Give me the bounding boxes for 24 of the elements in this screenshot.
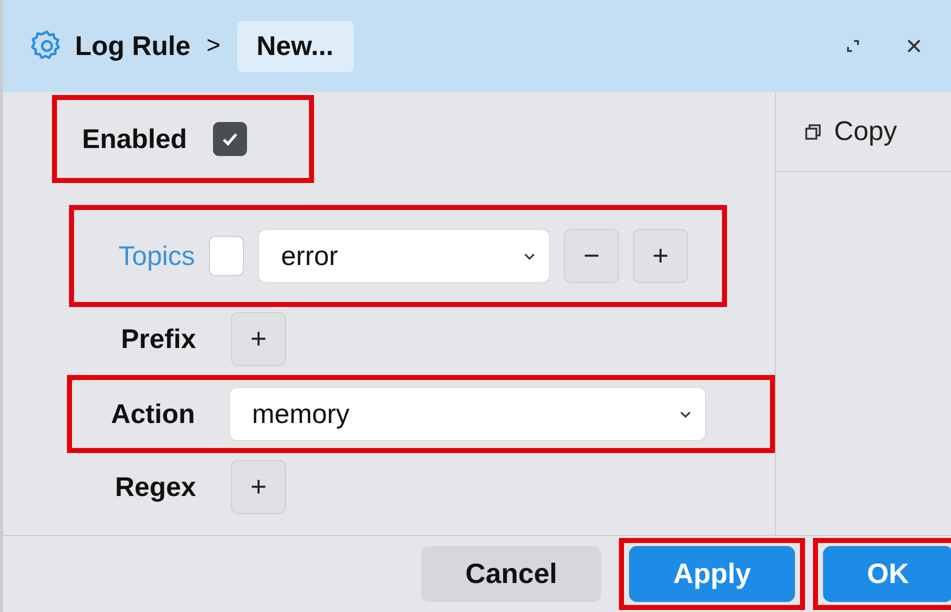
add-button[interactable]: +: [231, 460, 286, 514]
breadcrumb-separator: >: [206, 32, 221, 60]
expand-icon[interactable]: [845, 38, 861, 54]
dialog-button[interactable]: Cancel: [421, 546, 602, 602]
field-label: Regex: [114, 472, 196, 502]
dialog-button[interactable]: Apply: [629, 546, 795, 602]
add-button[interactable]: +: [231, 312, 286, 366]
add-button[interactable]: +: [633, 229, 688, 283]
copy-icon: [804, 122, 822, 140]
chevron-down-icon: [680, 410, 691, 418]
select-field[interactable]: error: [258, 229, 550, 283]
field-label: Prefix: [120, 324, 196, 354]
row-checkbox[interactable]: [209, 236, 244, 276]
breadcrumb-link[interactable]: Log Rule: [75, 30, 190, 62]
enabled-checkbox[interactable]: [213, 122, 248, 156]
close-icon[interactable]: [905, 37, 923, 55]
enabled-label: Enabled: [82, 124, 188, 154]
field-label: Action: [110, 398, 195, 430]
window-title: New...: [236, 20, 354, 72]
copy-button[interactable]: Copy: [776, 92, 951, 172]
remove-button[interactable]: −: [564, 229, 619, 283]
select-field[interactable]: memory: [229, 387, 706, 441]
chevron-down-icon: [524, 252, 535, 260]
dialog-button[interactable]: OK: [823, 546, 951, 602]
